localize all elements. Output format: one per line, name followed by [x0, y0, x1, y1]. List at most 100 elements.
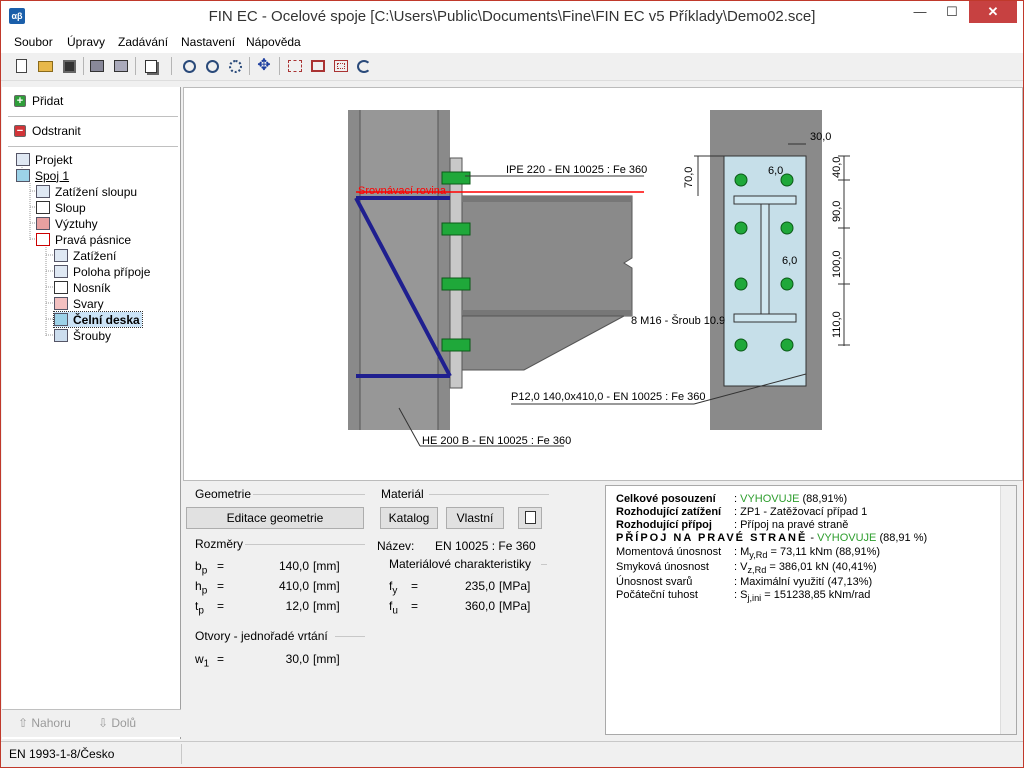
- print-preview-icon[interactable]: [111, 56, 131, 76]
- tree-item-spoj[interactable]: Spoj 1: [16, 168, 69, 183]
- document-icon: [16, 153, 30, 166]
- tree-item-poloha-pripoje[interactable]: Poloha přípoje: [54, 264, 150, 279]
- menu-zadavani[interactable]: Zadávání: [118, 35, 168, 49]
- tree-item-celni-deska[interactable]: Čelní deska: [53, 311, 143, 328]
- arrow-down-icon: ⇩: [98, 716, 112, 730]
- own-material-button[interactable]: Vlastní: [446, 507, 504, 529]
- result-shear-value: : Vz,Rd = 386,01 kN (40,41%): [734, 561, 877, 576]
- zoom-window-icon[interactable]: [225, 56, 245, 76]
- menu-napoveda[interactable]: Nápověda: [246, 35, 301, 49]
- connection-drawing: IPE 220 - EN 10025 : Fe 360 Srovnávací r…: [348, 110, 850, 447]
- zoom-in-icon[interactable]: [179, 56, 199, 76]
- weld-icon: [54, 297, 68, 310]
- fy-eq: =: [411, 579, 419, 593]
- tree-label: Nosník: [73, 280, 111, 295]
- tree-item-nosnik[interactable]: Nosník: [54, 280, 110, 295]
- maximize-button[interactable]: ☐: [936, 1, 968, 23]
- copy-icon[interactable]: [141, 56, 161, 76]
- hp-unit: [mm]: [313, 579, 340, 593]
- tree-item-srouby[interactable]: Šrouby: [54, 328, 111, 343]
- title-bar: αβ FIN EC - Ocelové spoje [C:\Users\Publ…: [1, 1, 1023, 31]
- result-stiffness-value: : Sj,ini = 151238,85 kNm/rad: [734, 589, 871, 604]
- zoom-out-icon[interactable]: [202, 56, 222, 76]
- dim-70: 70,0: [683, 167, 695, 188]
- dim-30: 30,0: [810, 131, 831, 143]
- fu-value: 360,0: [464, 599, 495, 613]
- down-label: Dolů: [111, 716, 137, 730]
- catalog-button[interactable]: Katalog: [380, 507, 438, 529]
- hp-value[interactable]: 410,0: [253, 579, 309, 593]
- open-folder-icon[interactable]: [35, 56, 55, 76]
- result-stiffness-label: Počáteční tuhost: [616, 589, 698, 601]
- w1-eq: =: [217, 652, 225, 666]
- menu-soubor[interactable]: Soubor: [14, 35, 53, 49]
- minimize-button[interactable]: —: [904, 1, 936, 23]
- status-bar: EN 1993-1-8/Česko: [1, 741, 1023, 767]
- fu-label: fu: [389, 599, 398, 617]
- bp-value[interactable]: 140,0: [253, 559, 309, 573]
- beam-label: IPE 220 - EN 10025 : Fe 360: [506, 164, 647, 176]
- bp-eq: =: [217, 559, 225, 573]
- dim-110: 110,0: [831, 311, 843, 338]
- dims-group-title: Rozměry: [195, 537, 244, 551]
- results-panel: Celkové posouzení : VYHOVUJE (88,91%) Ro…: [605, 485, 1017, 735]
- column-label: HE 200 B - EN 10025 : Fe 360: [422, 435, 571, 447]
- plate-label: P12,0 140,0x410,0 - EN 10025 : Fe 360: [511, 391, 705, 403]
- weld-label-top: 6,0: [768, 165, 783, 177]
- material-name-label: Název:: [377, 539, 415, 553]
- dim-90: 90,0: [831, 201, 843, 222]
- clipboard-button[interactable]: [518, 507, 542, 529]
- tree-item-zatizeni-sloupu[interactable]: Zatížení sloupu: [36, 184, 137, 199]
- load-icon: [36, 185, 50, 198]
- geometry-group-title: Geometrie: [195, 487, 252, 501]
- plate-icon: [54, 313, 68, 326]
- close-button[interactable]: ✕: [969, 1, 1017, 23]
- result-overall-value: : VYHOVUJE (88,91%): [734, 493, 848, 505]
- pan-icon[interactable]: ✥: [254, 56, 274, 76]
- result-weld-value: : Maximální využití (47,13%): [734, 576, 873, 588]
- result-load-value: : ZP1 - Zatěžovací případ 1: [734, 506, 868, 518]
- up-button[interactable]: ⇧ Nahoru: [18, 716, 71, 730]
- edit-geometry-button[interactable]: Editace geometrie: [186, 507, 364, 529]
- left-panel: + Přidat − Odstranit Projekt Spoj 1 Zatí…: [2, 87, 181, 739]
- app-window: αβ FIN EC - Ocelové spoje [C:\Users\Publ…: [0, 0, 1024, 768]
- tp-label: tp: [195, 599, 204, 617]
- new-file-icon[interactable]: [11, 56, 31, 76]
- stiffener-icon: [36, 217, 50, 230]
- tree-item-prava-pasnice[interactable]: Pravá pásnice: [36, 232, 131, 247]
- tp-unit: [mm]: [313, 599, 340, 613]
- down-button[interactable]: ⇩ Dolů: [98, 716, 136, 730]
- haunch-shape: [461, 315, 625, 371]
- beam-icon: [54, 281, 68, 294]
- tree-label: Výztuhy: [55, 216, 98, 231]
- print-icon[interactable]: [87, 56, 107, 76]
- result-shear-label: Smyková únosnost: [616, 561, 709, 573]
- save-icon[interactable]: [59, 56, 79, 76]
- tree-item-projekt[interactable]: Projekt: [16, 152, 72, 167]
- tree-item-vyztuhy[interactable]: Výztuhy: [36, 216, 98, 231]
- w1-label: w1: [195, 652, 210, 670]
- refresh-view-icon[interactable]: [354, 56, 374, 76]
- zoom-all-icon[interactable]: [285, 56, 305, 76]
- w1-value[interactable]: 30,0: [253, 652, 309, 666]
- tree-item-zatizeni[interactable]: Zatížení: [54, 248, 116, 263]
- tp-value[interactable]: 12,0: [253, 599, 309, 613]
- tree-label: Čelní deska: [73, 312, 140, 327]
- tree-label: Spoj 1: [35, 168, 70, 183]
- arrow-up-icon: ⇧: [18, 716, 32, 730]
- tree-label: Pravá pásnice: [55, 232, 132, 247]
- tree-label: Poloha přípoje: [73, 264, 151, 279]
- tree-item-svary[interactable]: Svary: [54, 296, 104, 311]
- menu-upravy[interactable]: Úpravy: [67, 35, 105, 49]
- tree-item-sloup[interactable]: Sloup: [36, 200, 86, 215]
- bp-label: bp: [195, 559, 208, 577]
- bolt-label: 8 M16 - Šroub 10.9: [631, 314, 725, 327]
- results-scrollbar[interactable]: [1000, 486, 1016, 734]
- menu-nastaveni[interactable]: Nastavení: [181, 35, 235, 49]
- drawing-canvas[interactable]: IPE 220 - EN 10025 : Fe 360 Srovnávací r…: [183, 87, 1023, 481]
- fit-view-icon[interactable]: [331, 56, 351, 76]
- tree-label: Sloup: [55, 200, 86, 215]
- navigation-bar: ⇧ Nahoru ⇩ Dolů: [2, 709, 181, 737]
- zoom-extent-icon[interactable]: [308, 56, 328, 76]
- tp-eq: =: [217, 599, 225, 613]
